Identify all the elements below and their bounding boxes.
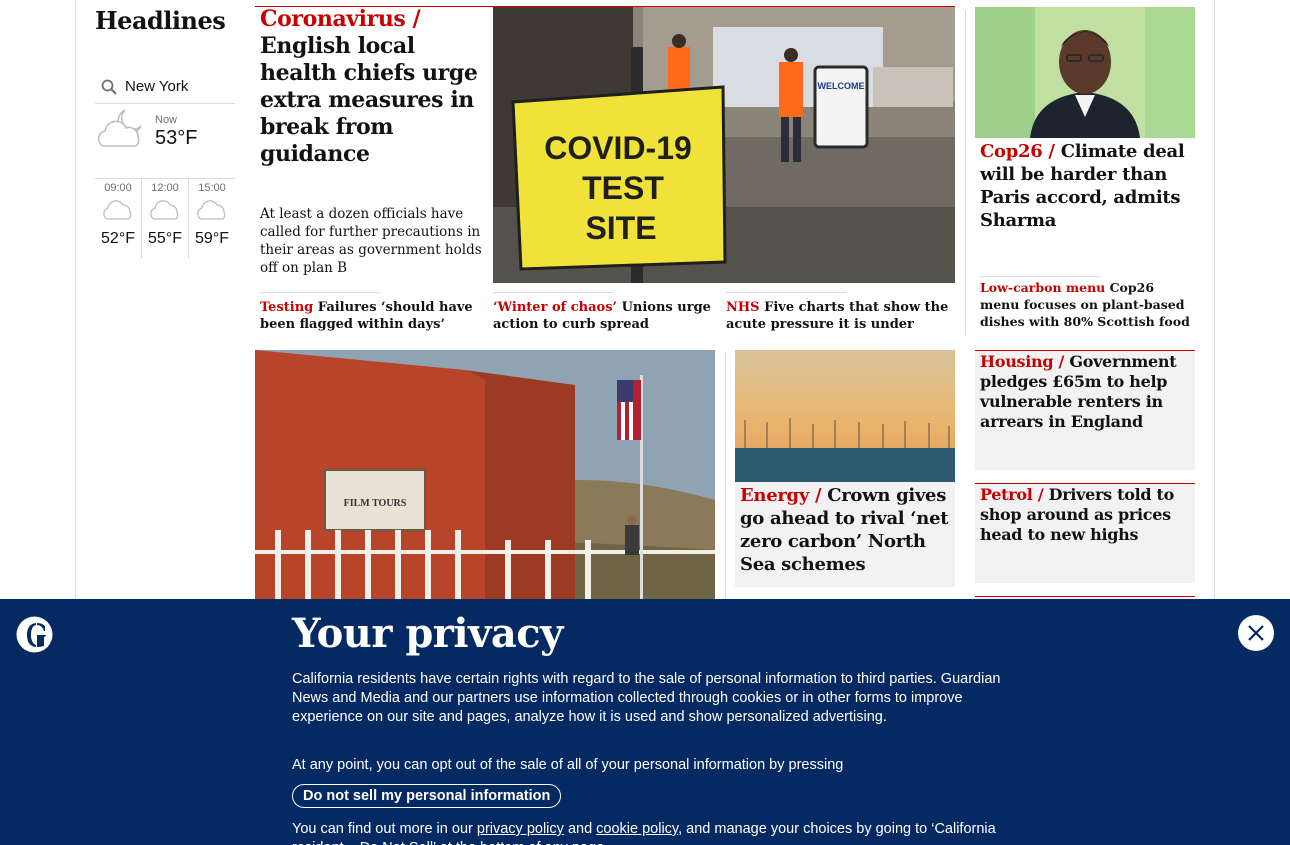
svg-text:COVID-19: COVID-19 bbox=[544, 130, 692, 166]
svg-text:SITE: SITE bbox=[585, 210, 656, 246]
forecast-item: 09:00 52°F bbox=[95, 179, 142, 258]
weather-location-input[interactable]: New York bbox=[95, 70, 235, 104]
lead-kicker: Coronavirus / bbox=[260, 6, 421, 32]
forecast-time: 09:00 bbox=[104, 182, 132, 194]
forecast-time: 15:00 bbox=[198, 182, 226, 194]
cloud-icon bbox=[197, 200, 226, 220]
weather-location: New York bbox=[125, 78, 189, 95]
cookie-policy-link[interactable]: cookie policy bbox=[596, 821, 678, 837]
film-tours-image[interactable]: FILM TOURS bbox=[255, 350, 715, 600]
housing-card[interactable]: Housing / Government pledges £65m to hel… bbox=[975, 350, 1195, 470]
forecast-temp: 55°F bbox=[148, 230, 182, 247]
privacy-policy-link[interactable]: privacy policy bbox=[477, 821, 564, 837]
forecast-temp: 59°F bbox=[195, 230, 229, 247]
search-icon bbox=[101, 79, 117, 95]
cloud-icon bbox=[150, 200, 179, 220]
do-not-sell-button[interactable]: Do not sell my personal information bbox=[292, 784, 562, 808]
sublink-nhs[interactable]: NHS Five charts that show the acute pres… bbox=[721, 288, 954, 338]
privacy-optout-text: At any point, you can opt out of the sal… bbox=[292, 757, 844, 773]
lead-headline-link[interactable]: Coronavirus / English local health chief… bbox=[260, 6, 485, 168]
lead-sublinks: Testing Failures ‘should have been flagg… bbox=[255, 288, 955, 338]
guardian-logo-icon bbox=[16, 616, 53, 653]
covid-test-site-image[interactable]: WELCOME COVID-19 TEST SITE bbox=[493, 7, 955, 283]
forecast-item: 15:00 59°F bbox=[189, 179, 235, 258]
forecast-item: 12:00 55°F bbox=[142, 179, 189, 258]
weather-forecast: 09:00 52°F 12:00 55°F 15:00 59°F bbox=[95, 178, 235, 258]
privacy-text: California residents have certain rights… bbox=[292, 671, 1001, 725]
weather-now-label: Now bbox=[155, 114, 178, 126]
svg-text:TEST: TEST bbox=[582, 170, 664, 206]
forecast-temp: 52°F bbox=[101, 230, 135, 247]
close-icon bbox=[1248, 625, 1264, 641]
lead-headline: English local health chiefs urge extra m… bbox=[260, 33, 478, 167]
low-carbon-sublink[interactable]: Low-carbon menu Cop26 menu focuses on pl… bbox=[980, 276, 1192, 330]
wind-farm-image[interactable] bbox=[735, 350, 955, 482]
petrol-card[interactable]: Petrol / Drivers told to shop around as … bbox=[975, 483, 1195, 583]
cop26-headline-link[interactable]: Cop26 / Climate deal will be harder than… bbox=[980, 140, 1190, 232]
close-banner-button[interactable] bbox=[1238, 615, 1274, 651]
energy-headline-link[interactable]: Energy / Crown gives go ahead to rival ‘… bbox=[735, 482, 955, 587]
sublink-testing[interactable]: Testing Failures ‘should have been flagg… bbox=[255, 288, 488, 338]
column-divider bbox=[725, 352, 726, 599]
sharma-image[interactable] bbox=[975, 7, 1195, 138]
film-tours-sign-text: FILM TOURS bbox=[344, 498, 407, 509]
privacy-title: Your privacy bbox=[292, 610, 563, 657]
cloud-icon bbox=[103, 200, 132, 220]
welcome-sign-text: WELCOME bbox=[818, 81, 865, 91]
column-divider bbox=[965, 10, 966, 335]
sublink-winter-of-chaos[interactable]: ‘Winter of chaos’ Unions urge action to … bbox=[488, 288, 721, 338]
forecast-time: 12:00 bbox=[151, 182, 179, 194]
section-title: Headlines bbox=[95, 6, 226, 35]
lead-standfirst: At least a dozen officials have called f… bbox=[260, 206, 482, 276]
partly-cloudy-night-icon bbox=[97, 109, 142, 147]
weather-now-temp: 53°F bbox=[155, 127, 198, 149]
privacy-more-text: You can find out more in our privacy pol… bbox=[292, 821, 996, 845]
